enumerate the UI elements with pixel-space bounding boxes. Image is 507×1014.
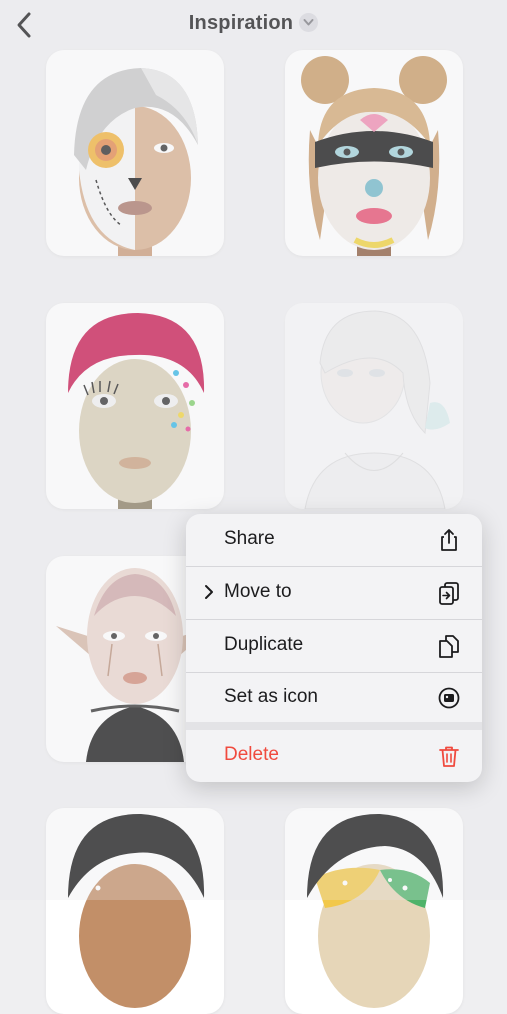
move-to-icon [439,582,459,605]
share-icon [441,529,457,551]
menu-item-duplicate[interactable]: Duplicate [186,620,482,672]
menu-item-share[interactable]: Share [186,514,482,566]
menu-item-label: Set as icon [224,686,318,707]
chevron-right-icon [205,585,213,599]
menu-item-label: Delete [224,744,279,765]
menu-group-separator [186,722,482,730]
duplicate-icon [439,635,459,658]
menu-item-label: Share [224,528,275,549]
menu-item-move-to[interactable]: Move to [186,567,482,619]
menu-item-delete[interactable]: Delete [186,730,482,782]
menu-item-label: Move to [224,581,292,602]
menu-item-set-as-icon[interactable]: Set as icon [186,672,482,724]
set-as-icon-icon [438,687,460,709]
trash-icon [439,746,459,767]
menu-item-label: Duplicate [224,634,304,655]
context-menu: Share Move to Duplicate Set as icon Dele… [186,514,482,782]
